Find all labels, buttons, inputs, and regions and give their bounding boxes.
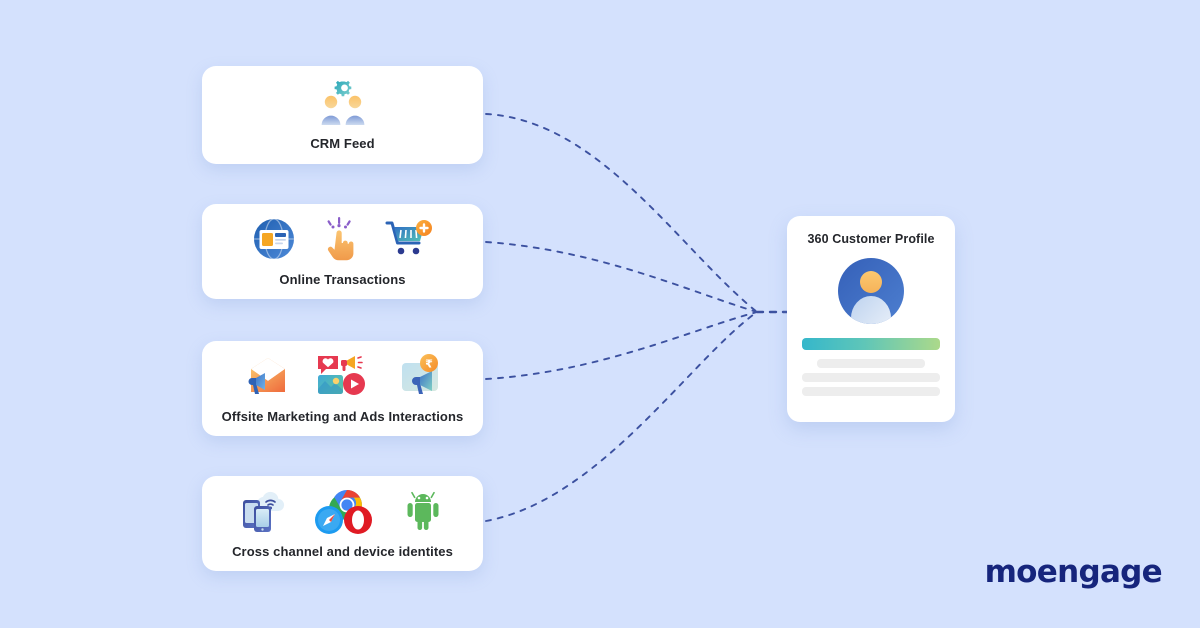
- source-card-online-transactions[interactable]: Online Transactions: [202, 204, 483, 299]
- icon-row: [253, 216, 433, 261]
- source-card-label: Online Transactions: [279, 271, 406, 287]
- connector-online-transactions: [485, 241, 758, 313]
- source-card-label: CRM Feed: [310, 135, 375, 151]
- connector-crm-feed: [485, 113, 758, 313]
- click-hand-icon: [326, 216, 353, 260]
- source-card-label: Offsite Marketing and Ads Interactions: [221, 408, 464, 424]
- customer-profile-card[interactable]: 360 Customer Profile: [787, 216, 955, 422]
- profile-bar-1: [817, 359, 925, 368]
- diagram-canvas: CRM Feed Online Transactions ₹ Offsite M…: [0, 0, 1200, 628]
- android-icon: [407, 491, 438, 530]
- add-to-cart-icon: [385, 219, 432, 254]
- paid-ads-icon: ₹: [401, 353, 438, 394]
- icon-row: ₹: [244, 353, 442, 398]
- source-card-cross-channel[interactable]: Cross channel and device identites: [202, 476, 483, 571]
- icon-row: [316, 80, 370, 126]
- web-page-globe-icon: [253, 217, 294, 260]
- moengage-logo: moengage: [984, 554, 1163, 590]
- profile-bar-2: [802, 373, 940, 382]
- multi-device-cloud-icon: [242, 491, 284, 532]
- social-media-icon: [317, 355, 365, 395]
- profile-gradient-bar: [802, 338, 940, 350]
- profile-card-title: 360 Customer Profile: [807, 232, 935, 246]
- dotted-flow-connectors: [485, 113, 792, 522]
- svg-text:₹: ₹: [425, 357, 433, 370]
- email-megaphone-icon: [248, 357, 285, 394]
- browsers-icon: [314, 490, 372, 534]
- customer-avatar: [838, 258, 904, 324]
- source-card-label: Cross channel and device identites: [232, 544, 453, 559]
- source-card-crm-feed[interactable]: CRM Feed: [202, 66, 483, 164]
- avatar-wrap: [801, 258, 941, 324]
- people-gear-icon: [321, 80, 364, 125]
- profile-placeholder-bars: [801, 338, 941, 396]
- connector-cross-channel: [485, 311, 758, 522]
- connector-offsite-marketing: [485, 311, 758, 380]
- icon-row: [241, 488, 445, 534]
- profile-bar-3: [802, 387, 940, 396]
- source-card-offsite-marketing[interactable]: ₹ Offsite Marketing and Ads Interactions: [202, 341, 483, 436]
